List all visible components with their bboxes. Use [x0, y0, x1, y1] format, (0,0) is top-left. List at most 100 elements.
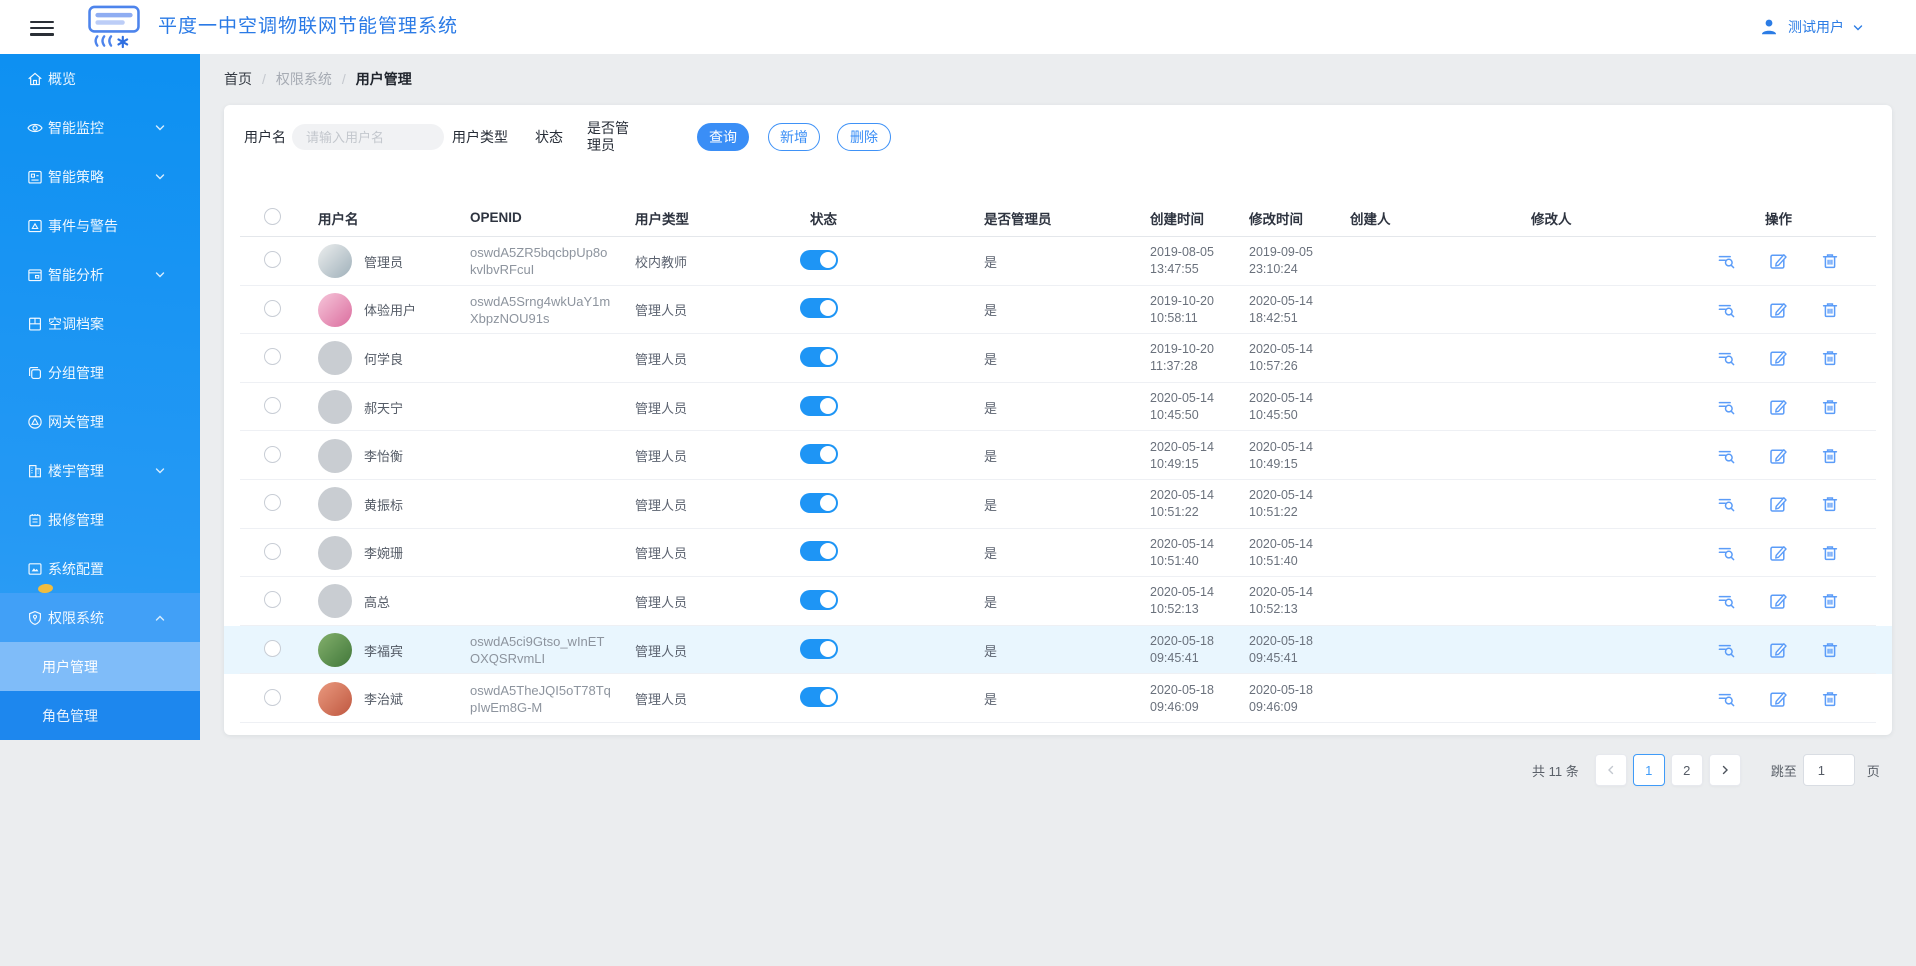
- row-radio[interactable]: [264, 591, 281, 609]
- edit-icon[interactable]: [1768, 446, 1788, 466]
- table-row[interactable]: 李治斌 oswdA5TheJQI5oT78Tq pIwEm8G-M 管理人员 是 2020…: [224, 674, 1892, 723]
- view-detail-icon[interactable]: [1716, 300, 1736, 320]
- sidebar-item-building[interactable]: 楼宇管理: [0, 446, 200, 495]
- status-toggle[interactable]: [800, 298, 838, 319]
- breadcrumb-section[interactable]: 权限系统: [276, 68, 332, 90]
- menu-toggle-icon[interactable]: [30, 17, 54, 37]
- view-detail-icon[interactable]: [1716, 348, 1736, 368]
- prev-page-button[interactable]: [1594, 754, 1627, 786]
- row-radio[interactable]: [264, 397, 281, 415]
- edit-icon[interactable]: [1768, 640, 1788, 660]
- username-input[interactable]: [292, 124, 444, 150]
- edit-icon[interactable]: [1768, 300, 1788, 320]
- edit-icon[interactable]: [1768, 397, 1788, 417]
- delete-icon[interactable]: [1820, 494, 1840, 514]
- table-row[interactable]: 黄振标 管理人员 是 2020-05-14 10:51:22 2020-05-14 10:5…: [224, 480, 1892, 529]
- sidebar-item-ac-archive[interactable]: 空调档案: [0, 299, 200, 348]
- status-toggle[interactable]: [800, 444, 838, 465]
- user-menu[interactable]: 测试用户: [1758, 0, 1864, 54]
- edit-icon[interactable]: [1768, 543, 1788, 563]
- view-detail-icon[interactable]: [1716, 543, 1736, 563]
- row-radio[interactable]: [264, 494, 281, 512]
- modified-time: 2020-05-14 10:51:40: [1249, 536, 1313, 568]
- row-radio[interactable]: [264, 251, 281, 269]
- sidebar-item-home[interactable]: 概览: [0, 54, 200, 103]
- search-button[interactable]: 查询: [697, 123, 749, 151]
- jump-page-input[interactable]: [1802, 754, 1855, 786]
- status-toggle[interactable]: [800, 346, 838, 367]
- user-type: 管理人员: [635, 594, 688, 610]
- modified-time: 2020-05-14 10:57:26: [1249, 342, 1313, 374]
- sidebar-item-repair[interactable]: 报修管理: [0, 495, 200, 544]
- is-admin: 是: [984, 546, 998, 562]
- sidebar-item-label: 分组管理: [48, 364, 104, 381]
- strategy-icon: [26, 168, 44, 186]
- table-row[interactable]: 何学良 管理人员 是 2019-10-20 11:37:28 2020-05-14 10:5…: [224, 334, 1892, 383]
- delete-icon[interactable]: [1820, 640, 1840, 660]
- page-button-2[interactable]: 2: [1670, 754, 1703, 786]
- row-radio[interactable]: [264, 640, 281, 658]
- sidebar-item-eye[interactable]: 智能监控: [0, 103, 200, 152]
- delete-icon[interactable]: [1820, 300, 1840, 320]
- add-button[interactable]: 新增: [768, 123, 820, 151]
- user-type: 管理人员: [635, 303, 688, 319]
- row-radio[interactable]: [264, 688, 281, 706]
- delete-icon[interactable]: [1820, 251, 1840, 271]
- edit-icon[interactable]: [1768, 348, 1788, 368]
- delete-icon[interactable]: [1820, 348, 1840, 368]
- delete-icon[interactable]: [1820, 591, 1840, 611]
- sidebar-item-event-alert[interactable]: 事件与警告: [0, 201, 200, 250]
- sidebar-item-gateway[interactable]: 网关管理: [0, 397, 200, 446]
- status-toggle[interactable]: [800, 589, 838, 610]
- view-detail-icon[interactable]: [1716, 689, 1736, 709]
- sidebar-item-analysis[interactable]: 智能分析: [0, 250, 200, 299]
- view-detail-icon[interactable]: [1716, 251, 1736, 271]
- sidebar-subitem[interactable]: 角色管理: [0, 691, 200, 740]
- view-detail-icon[interactable]: [1716, 640, 1736, 660]
- row-radio[interactable]: [264, 542, 281, 560]
- view-detail-icon[interactable]: [1716, 397, 1736, 417]
- table-row[interactable]: 体验用户 oswdA5Srng4wkUaY1m XbpzNOU91s 管理人员 是 201…: [224, 286, 1892, 335]
- select-all-radio[interactable]: [264, 207, 281, 225]
- status-toggle[interactable]: [800, 541, 838, 562]
- breadcrumb-home[interactable]: 首页: [224, 68, 252, 90]
- status-toggle[interactable]: [800, 492, 838, 513]
- view-detail-icon[interactable]: [1716, 494, 1736, 514]
- delete-icon[interactable]: [1820, 446, 1840, 466]
- status-toggle[interactable]: [800, 249, 838, 270]
- sidebar-subitem[interactable]: 用户管理: [0, 642, 200, 691]
- next-page-button[interactable]: [1708, 754, 1741, 786]
- row-radio[interactable]: [264, 445, 281, 463]
- status-toggle[interactable]: [800, 395, 838, 416]
- building-icon: [26, 462, 44, 480]
- event-alert-icon: [26, 217, 44, 235]
- sidebar-item-label: 空调档案: [48, 315, 104, 332]
- table-row[interactable]: 李婉珊 管理人员 是 2020-05-14 10:51:40 2020-05-14 10:5…: [224, 529, 1892, 578]
- sidebar-item-strategy[interactable]: 智能策略: [0, 152, 200, 201]
- sidebar-item-label: 楼宇管理: [48, 462, 104, 479]
- view-detail-icon[interactable]: [1716, 591, 1736, 611]
- table-row[interactable]: 李怡衡 管理人员 是 2020-05-14 10:49:15 2020-05-14 10:4…: [224, 431, 1892, 480]
- page-button-1[interactable]: 1: [1632, 754, 1665, 786]
- delete-icon[interactable]: [1820, 689, 1840, 709]
- edit-icon[interactable]: [1768, 494, 1788, 514]
- delete-icon[interactable]: [1820, 543, 1840, 563]
- row-radio[interactable]: [264, 299, 281, 317]
- edit-icon[interactable]: [1768, 591, 1788, 611]
- status-toggle[interactable]: [800, 638, 838, 659]
- edit-icon[interactable]: [1768, 251, 1788, 271]
- table-row[interactable]: 高总 管理人员 是 2020-05-14 10:52:13 2020-05-14 10:52…: [224, 577, 1892, 626]
- edit-icon[interactable]: [1768, 689, 1788, 709]
- sidebar-item-group[interactable]: 分组管理: [0, 348, 200, 397]
- status-toggle[interactable]: [800, 687, 838, 708]
- table-row[interactable]: 李福宾 oswdA5ci9Gtso_wInET OXQSRvmLI 管理人员 是 2020…: [224, 625, 1892, 675]
- view-detail-icon[interactable]: [1716, 446, 1736, 466]
- sidebar-item-system-config[interactable]: 系统配置: [0, 544, 200, 594]
- table-row[interactable]: 郝天宁 管理人员 是 2020-05-14 10:45:50 2020-05-14 10:4…: [224, 383, 1892, 432]
- delete-icon[interactable]: [1820, 397, 1840, 417]
- sidebar-item-permission[interactable]: 权限系统: [0, 593, 200, 642]
- row-radio[interactable]: [264, 348, 281, 366]
- delete-button[interactable]: 删除: [837, 123, 891, 151]
- table-row[interactable]: 管理员 oswdA5ZR5bqcbpUp8o kvlbvRFcuI 校内教师 是 2019…: [224, 237, 1892, 286]
- user-type: 管理人员: [635, 351, 688, 367]
